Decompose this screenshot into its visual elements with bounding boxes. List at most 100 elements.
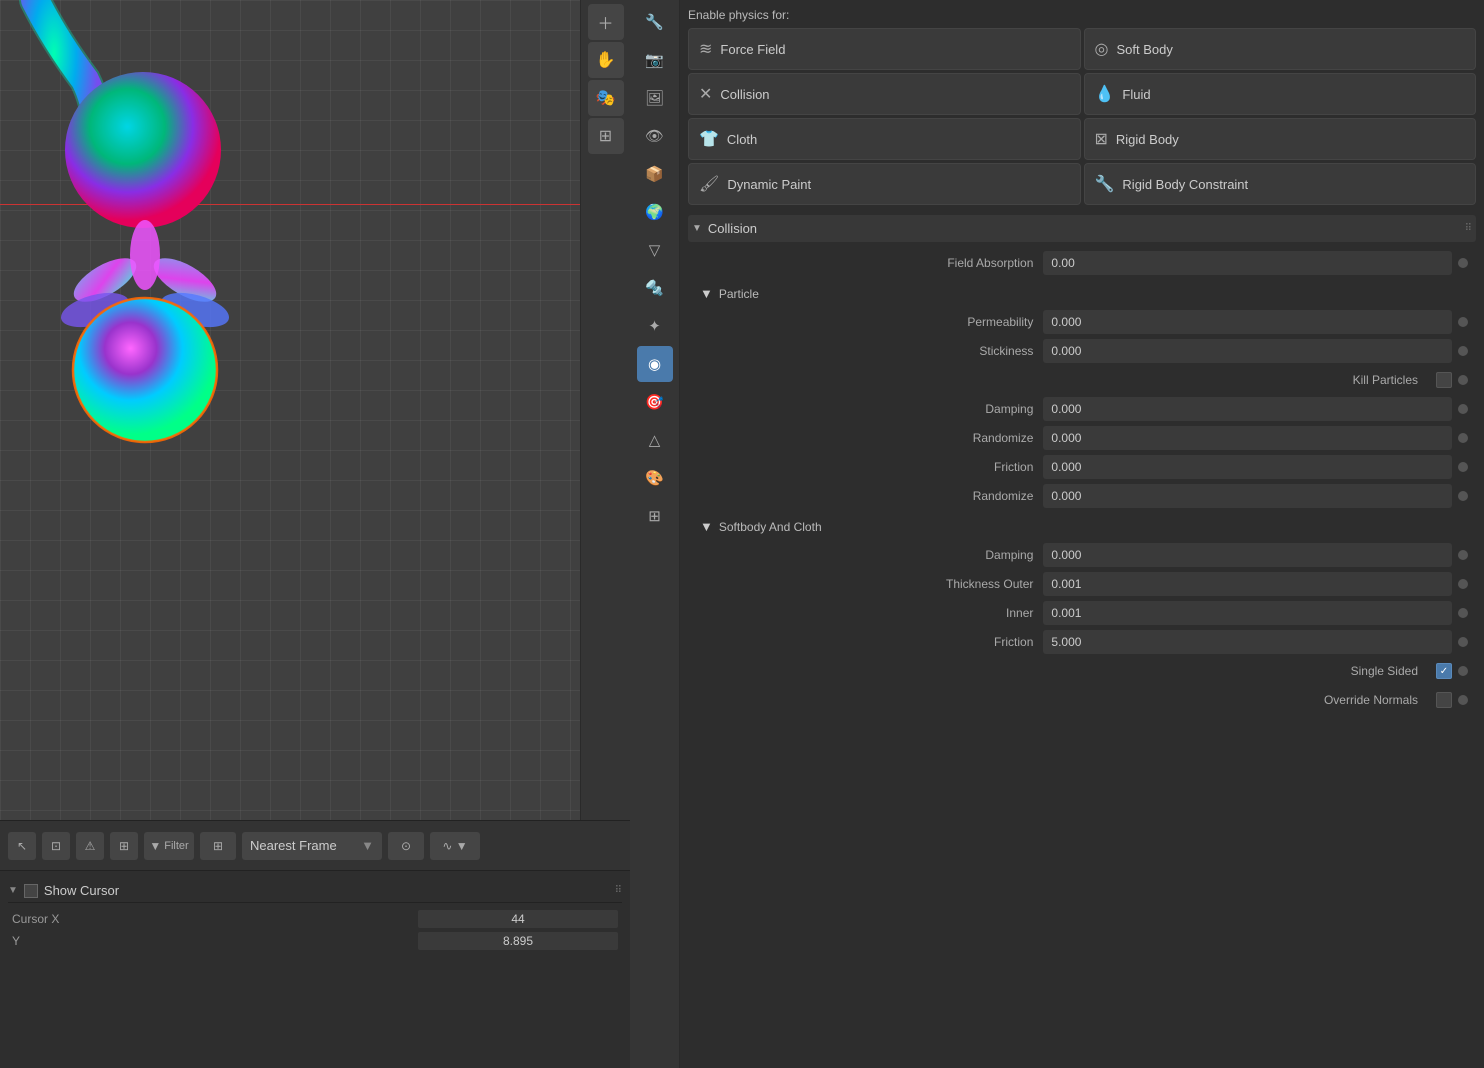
collision-label: Collision: [720, 87, 769, 102]
sidebar-physics-icon[interactable]: ◉: [637, 346, 673, 382]
rigid-body-constraint-icon: 🔧: [1095, 174, 1115, 194]
snap-magnet-btn[interactable]: ⊞: [200, 832, 236, 860]
cursor-x-input[interactable]: [418, 910, 618, 928]
particle-damping-rand-row: Randomize: [696, 425, 1468, 451]
single-sided-label: Single Sided: [1081, 664, 1428, 678]
permeability-input[interactable]: [1043, 310, 1452, 334]
keyframe-btn[interactable]: ∿ ▼: [430, 832, 480, 860]
particle-damping-row: Damping: [696, 396, 1468, 422]
show-cursor-triangle: ▼: [8, 885, 18, 896]
sidebar-scene-props-icon[interactable]: 📦: [637, 156, 673, 192]
viewport-canvas[interactable]: ＋ ✋ 🎭 ⊞: [0, 0, 630, 820]
show-cursor-checkbox[interactable]: [24, 884, 38, 898]
playback-sync-btn[interactable]: ⊙: [388, 832, 424, 860]
force-field-btn[interactable]: ≋ Force Field: [688, 28, 1081, 70]
cursor-y-input[interactable]: [418, 932, 618, 950]
particle-friction-rand-input[interactable]: [1043, 484, 1452, 508]
sidebar-constraints-icon[interactable]: 🎯: [637, 384, 673, 420]
particle-subsection-header[interactable]: ▼ Particle: [696, 282, 1468, 305]
fluid-icon: 💧: [1095, 84, 1115, 104]
softbody-damping-dot: [1458, 550, 1468, 560]
thickness-inner-label: Inner: [696, 606, 1043, 620]
particle-damping-dot: [1458, 404, 1468, 414]
thickness-inner-input[interactable]: [1043, 601, 1452, 625]
kill-particles-checkbox[interactable]: [1436, 372, 1452, 388]
sidebar-object-icon[interactable]: ▽: [637, 232, 673, 268]
timeline-bar: ↖ ⊡ ⚠ ⊞ ▼Filter ⊞ Nearest Frame ▼ ⊙ ∿ ▼: [0, 821, 630, 871]
thickness-inner-dot: [1458, 608, 1468, 618]
collision-icon: ✕: [699, 84, 712, 104]
collision-section-dots: ⠿: [1465, 223, 1472, 234]
sidebar-world-icon[interactable]: 🌍: [637, 194, 673, 230]
sidebar-objdata-icon[interactable]: △: [637, 422, 673, 458]
override-normals-row: Override Normals: [696, 687, 1468, 713]
cursor-y-label: Y: [12, 934, 72, 948]
single-sided-checkbox[interactable]: ✓: [1436, 663, 1452, 679]
soft-body-icon: ◎: [1095, 39, 1109, 59]
particle-damping-rand-input[interactable]: [1043, 426, 1452, 450]
pan-btn[interactable]: ✋: [588, 42, 624, 78]
thickness-outer-input[interactable]: [1043, 572, 1452, 596]
cloth-btn[interactable]: 👕 Cloth: [688, 118, 1081, 160]
collision-section-content: Field Absorption ▼ Particle Permeability…: [688, 246, 1476, 720]
viewport[interactable]: ＋ ✋ 🎭 ⊞ ↖ ⊡ ⚠ ⊞ ▼Filter ⊞ Nearest Frame …: [0, 0, 630, 1068]
particle-friction-label: Friction: [696, 460, 1043, 474]
box-select-btn[interactable]: ⊡: [42, 832, 70, 860]
nearest-frame-dropdown[interactable]: Nearest Frame ▼: [242, 832, 382, 860]
sidebar-particles-icon[interactable]: ✦: [637, 308, 673, 344]
thickness-outer-label: Thickness Outer: [696, 577, 1043, 591]
sidebar-output-icon[interactable]: 🖼: [637, 80, 673, 116]
stickiness-label: Stickiness: [696, 344, 1043, 358]
filter-btn[interactable]: ▼Filter: [144, 832, 194, 860]
rigid-body-btn[interactable]: ⊠ Rigid Body: [1084, 118, 1477, 160]
sidebar-scene-icon[interactable]: 🔧: [637, 4, 673, 40]
kill-particles-label: Kill Particles: [1081, 373, 1428, 387]
collision-btn[interactable]: ✕ Collision: [688, 73, 1081, 115]
particle-friction-input[interactable]: [1043, 455, 1452, 479]
particle-damping-input[interactable]: [1043, 397, 1452, 421]
cursor-x-row: Cursor X: [8, 909, 622, 929]
physics-buttons-grid: ≋ Force Field ◎ Soft Body ✕ Collision 💧 …: [688, 28, 1476, 205]
show-cursor-header[interactable]: ▼ Show Cursor ⠿: [8, 879, 622, 903]
fluid-btn[interactable]: 💧 Fluid: [1084, 73, 1477, 115]
stickiness-row: Stickiness: [696, 338, 1468, 364]
grid-btn[interactable]: ⊞: [588, 118, 624, 154]
select-mode-btn[interactable]: ↖: [8, 832, 36, 860]
kill-particles-row: Kill Particles: [696, 367, 1468, 393]
override-normals-checkbox[interactable]: [1436, 692, 1452, 708]
field-absorption-input[interactable]: [1043, 251, 1452, 275]
force-field-label: Force Field: [720, 42, 785, 57]
viewport-right-toolbar: ＋ ✋ 🎭 ⊞: [580, 0, 630, 820]
camera-btn[interactable]: 🎭: [588, 80, 624, 116]
softbody-cloth-subsection-header[interactable]: ▼ Softbody And Cloth: [696, 515, 1468, 538]
softbody-friction-dot: [1458, 637, 1468, 647]
thickness-outer-row: Thickness Outer: [696, 571, 1468, 597]
cloth-icon: 👕: [699, 129, 719, 149]
kill-particles-dot: [1458, 375, 1468, 385]
warning-btn[interactable]: ⚠: [76, 832, 104, 860]
particle-triangle-icon: ▼: [700, 286, 713, 301]
soft-body-btn[interactable]: ◎ Soft Body: [1084, 28, 1477, 70]
rigid-body-constraint-btn[interactable]: 🔧 Rigid Body Constraint: [1084, 163, 1477, 205]
sidebar-modifier-icon[interactable]: 🔩: [637, 270, 673, 306]
sidebar-texture-icon[interactable]: ⊞: [637, 498, 673, 534]
particle-damping-label: Damping: [696, 402, 1043, 416]
zoom-in-btn[interactable]: ＋: [588, 4, 624, 40]
softbody-damping-input[interactable]: [1043, 543, 1452, 567]
stickiness-input[interactable]: [1043, 339, 1452, 363]
show-cursor-label: Show Cursor: [44, 883, 119, 898]
collision-section-header[interactable]: ▼ Collision ⠿: [688, 215, 1476, 242]
single-sided-dot: [1458, 666, 1468, 676]
sidebar-render-icon[interactable]: 📷: [637, 42, 673, 78]
rigid-body-label: Rigid Body: [1116, 132, 1179, 147]
permeability-row: Permeability: [696, 309, 1468, 335]
override-normals-label: Override Normals: [1081, 693, 1428, 707]
sidebar-material-icon[interactable]: 🎨: [637, 460, 673, 496]
field-absorption-dot: [1458, 258, 1468, 268]
sidebar-viewlayer-icon[interactable]: 👁: [637, 118, 673, 154]
nearest-frame-label: Nearest Frame: [250, 838, 337, 853]
softbody-friction-input[interactable]: [1043, 630, 1452, 654]
stickiness-dot: [1458, 346, 1468, 356]
dynamic-paint-btn[interactable]: 🖌 Dynamic Paint: [688, 163, 1081, 205]
snap-btn[interactable]: ⊞: [110, 832, 138, 860]
